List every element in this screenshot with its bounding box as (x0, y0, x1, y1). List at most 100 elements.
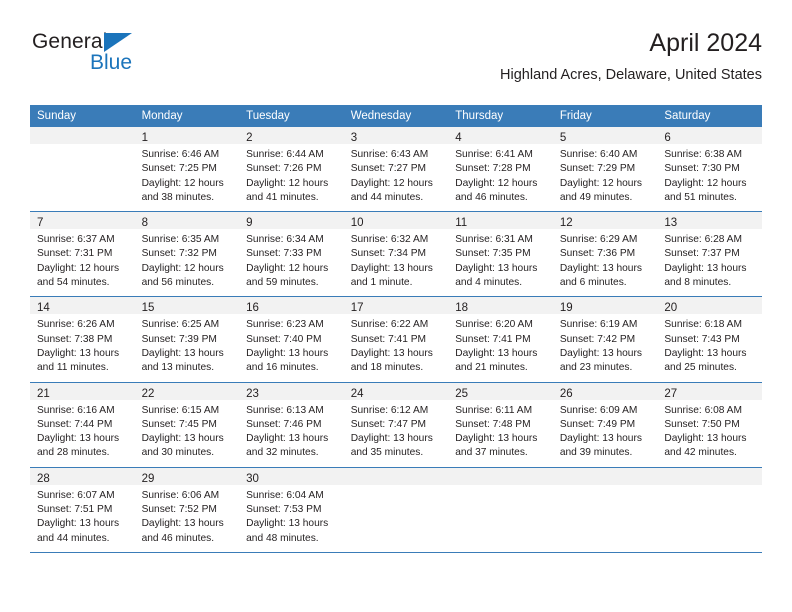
daylight-text-line2: and 49 minutes. (559, 191, 633, 203)
sunset-text: Sunset: 7:45 PM (141, 418, 217, 430)
day-details: Sunrise: 6:19 AM Sunset: 7:42 PM Daylight:… (553, 314, 658, 381)
day-number-strip: 26 (552, 382, 658, 400)
sunrise-text: Sunrise: 6:07 AM (37, 489, 115, 501)
day-details: Sunrise: 6:18 AM Sunset: 7:43 PM Daylight:… (657, 314, 762, 381)
weeks-container: 1 Sunrise: 6:46 AM Sunset: 7:25 PM Daylight… (30, 127, 762, 553)
daylight-text-line1: Daylight: 13 hours (455, 347, 538, 359)
daylight-text-line1: Daylight: 13 hours (664, 262, 747, 274)
day-cell[interactable]: 13 Sunrise: 6:28 AM Sunset: 7:37 PM Dayligh… (657, 212, 762, 297)
sunset-text: Sunset: 7:26 PM (246, 163, 322, 175)
day-details: Sunrise: 6:22 AM Sunset: 7:41 PM Daylight:… (344, 314, 449, 381)
sunrise-text: Sunrise: 6:38 AM (664, 149, 742, 160)
day-cell[interactable]: 27 Sunrise: 6:08 AM Sunset: 7:50 PM Dayligh… (657, 382, 762, 467)
day-cell[interactable]: 1 Sunrise: 6:46 AM Sunset: 7:25 PM Daylight… (134, 127, 240, 212)
day-details: Sunrise: 6:41 AM Sunset: 7:28 PM Daylight:… (448, 144, 553, 211)
sunset-text: Sunset: 7:46 PM (246, 418, 322, 430)
day-cell[interactable]: 21 Sunrise: 6:16 AM Sunset: 7:44 PM Dayligh… (30, 382, 135, 467)
sunset-text: Sunset: 7:49 PM (559, 418, 636, 430)
day-cell[interactable]: 30 Sunrise: 6:04 AM Sunset: 7:53 PM Dayligh… (239, 467, 344, 552)
day-number: 30 (246, 472, 259, 485)
day-details: Sunrise: 6:31 AM Sunset: 7:35 PM Daylight:… (448, 229, 553, 296)
day-number-strip: 7 (30, 212, 135, 230)
day-number: 1 (141, 132, 148, 144)
day-number: 14 (37, 302, 50, 315)
day-cell[interactable]: 20 Sunrise: 6:18 AM Sunset: 7:43 PM Dayligh… (657, 297, 762, 382)
day-number-strip: 2 (239, 127, 344, 144)
day-number-strip: 23 (239, 382, 344, 400)
day-number-strip: 12 (552, 212, 658, 230)
sunrise-text: Sunrise: 6:46 AM (141, 149, 220, 160)
sunrise-text: Sunrise: 6:23 AM (246, 319, 324, 331)
daylight-text-line1: Daylight: 12 hours (37, 262, 120, 274)
day-number: 29 (141, 472, 155, 485)
sunset-text: Sunset: 7:30 PM (664, 163, 740, 175)
weekday-header-sunday: Sunday (37, 110, 77, 122)
day-cell[interactable]: 16 Sunrise: 6:23 AM Sunset: 7:40 PM Dayligh… (239, 297, 344, 382)
daylight-text-line1: Daylight: 12 hours (141, 262, 224, 274)
sunset-text: Sunset: 7:52 PM (141, 504, 217, 516)
day-number-strip (552, 467, 658, 485)
day-number: 25 (455, 387, 469, 400)
sunrise-text: Sunrise: 6:25 AM (141, 319, 220, 331)
day-number: 15 (141, 302, 155, 315)
daylight-text-line1: Daylight: 13 hours (350, 433, 433, 445)
day-cell[interactable]: 18 Sunrise: 6:20 AM Sunset: 7:41 PM Dayligh… (448, 297, 553, 382)
day-cell[interactable]: 7 Sunrise: 6:37 AM Sunset: 7:31 PM Daylight… (30, 212, 135, 297)
daylight-text-line1: Daylight: 13 hours (559, 262, 642, 274)
day-details: Sunrise: 6:07 AM Sunset: 7:51 PM Daylight:… (30, 485, 135, 552)
day-cell[interactable]: 14 Sunrise: 6:26 AM Sunset: 7:38 PM Dayligh… (30, 297, 135, 382)
day-cell[interactable]: 28 Sunrise: 6:07 AM Sunset: 7:51 PM Dayligh… (30, 467, 135, 552)
day-number: 13 (664, 217, 678, 230)
daylight-text-line2: and 44 minutes. (350, 191, 424, 203)
day-cell[interactable]: 9 Sunrise: 6:34 AM Sunset: 7:33 PM Daylight… (239, 212, 344, 297)
sunrise-text: Sunrise: 6:32 AM (350, 234, 429, 246)
day-cell[interactable]: 25 Sunrise: 6:11 AM Sunset: 7:48 PM Dayligh… (448, 382, 553, 467)
sunset-text: Sunset: 7:51 PM (37, 504, 113, 516)
day-cell[interactable]: 22 Sunrise: 6:15 AM Sunset: 7:45 PM Dayligh… (134, 382, 240, 467)
day-cell[interactable]: 11 Sunrise: 6:31 AM Sunset: 7:35 PM Dayligh… (448, 212, 553, 297)
week-row: 28 Sunrise: 6:07 AM Sunset: 7:51 PM Dayligh… (30, 467, 762, 553)
day-cell[interactable]: 10 Sunrise: 6:32 AM Sunset: 7:34 PM Dayligh… (343, 212, 449, 297)
day-details: Sunrise: 6:04 AM Sunset: 7:53 PM Daylight:… (239, 485, 344, 552)
day-cell[interactable]: 3 Sunrise: 6:43 AM Sunset: 7:27 PM Daylight… (343, 127, 449, 212)
day-cell[interactable]: 8 Sunrise: 6:35 AM Sunset: 7:32 PM Daylight… (134, 212, 240, 297)
daylight-text-line2: and 48 minutes. (246, 532, 319, 544)
day-cell[interactable]: 15 Sunrise: 6:25 AM Sunset: 7:39 PM Dayligh… (134, 297, 240, 382)
day-cell[interactable]: 6 Sunrise: 6:38 AM Sunset: 7:30 PM Daylight… (657, 127, 762, 212)
day-cell[interactable]: 26 Sunrise: 6:09 AM Sunset: 7:49 PM Dayligh… (552, 382, 658, 467)
day-cell[interactable]: 4 Sunrise: 6:41 AM Sunset: 7:28 PM Daylight… (448, 127, 553, 212)
weekday-header-saturday: Saturday (664, 110, 711, 122)
sunset-text: Sunset: 7:33 PM (246, 248, 322, 260)
sunrise-text: Sunrise: 6:20 AM (455, 319, 533, 331)
day-cell[interactable]: 17 Sunrise: 6:22 AM Sunset: 7:41 PM Dayligh… (343, 297, 449, 382)
sunset-text: Sunset: 7:41 PM (455, 333, 531, 345)
day-number: 23 (246, 387, 259, 400)
day-cell[interactable]: 24 Sunrise: 6:12 AM Sunset: 7:47 PM Dayligh… (343, 382, 449, 467)
day-cell[interactable]: 23 Sunrise: 6:13 AM Sunset: 7:46 PM Dayligh… (239, 382, 344, 467)
day-cell[interactable]: 5 Sunrise: 6:40 AM Sunset: 7:29 PM Daylight… (552, 127, 658, 212)
weekday-header-friday: Friday (559, 110, 592, 122)
sunset-text: Sunset: 7:53 PM (246, 504, 322, 516)
daylight-text-line2: and 18 minutes. (350, 362, 424, 374)
day-cell[interactable]: 2 Sunrise: 6:44 AM Sunset: 7:26 PM Daylight… (239, 127, 344, 212)
day-details: Sunrise: 6:12 AM Sunset: 7:47 PM Daylight:… (344, 400, 449, 467)
day-details: Sunrise: 6:15 AM Sunset: 7:45 PM Daylight:… (135, 400, 240, 467)
day-number-strip: 22 (134, 382, 240, 400)
sunset-text: Sunset: 7:39 PM (141, 333, 217, 345)
day-details: Sunrise: 6:46 AM Sunset: 7:25 PM Daylight:… (135, 144, 240, 211)
day-cell-empty (448, 467, 553, 552)
day-number-strip: 4 (448, 127, 553, 144)
daylight-text-line2: and 32 minutes. (246, 447, 319, 459)
sunset-text: Sunset: 7:41 PM (350, 333, 427, 345)
day-details: Sunrise: 6:40 AM Sunset: 7:29 PM Daylight:… (553, 144, 658, 211)
daylight-text-line1: Daylight: 13 hours (664, 433, 747, 445)
day-cell[interactable]: 12 Sunrise: 6:29 AM Sunset: 7:36 PM Dayligh… (552, 212, 658, 297)
day-cell[interactable]: 19 Sunrise: 6:19 AM Sunset: 7:42 PM Dayligh… (552, 297, 658, 382)
daylight-text-line1: Daylight: 13 hours (455, 262, 538, 274)
day-number-strip: 13 (657, 212, 762, 230)
day-cell[interactable]: 29 Sunrise: 6:06 AM Sunset: 7:52 PM Dayligh… (134, 467, 240, 552)
daylight-text-line2: and 37 minutes. (455, 447, 528, 459)
day-details: Sunrise: 6:23 AM Sunset: 7:40 PM Daylight:… (239, 314, 344, 381)
daylight-text-line1: Daylight: 13 hours (141, 433, 224, 445)
day-details: Sunrise: 6:11 AM Sunset: 7:48 PM Daylight:… (448, 400, 553, 467)
